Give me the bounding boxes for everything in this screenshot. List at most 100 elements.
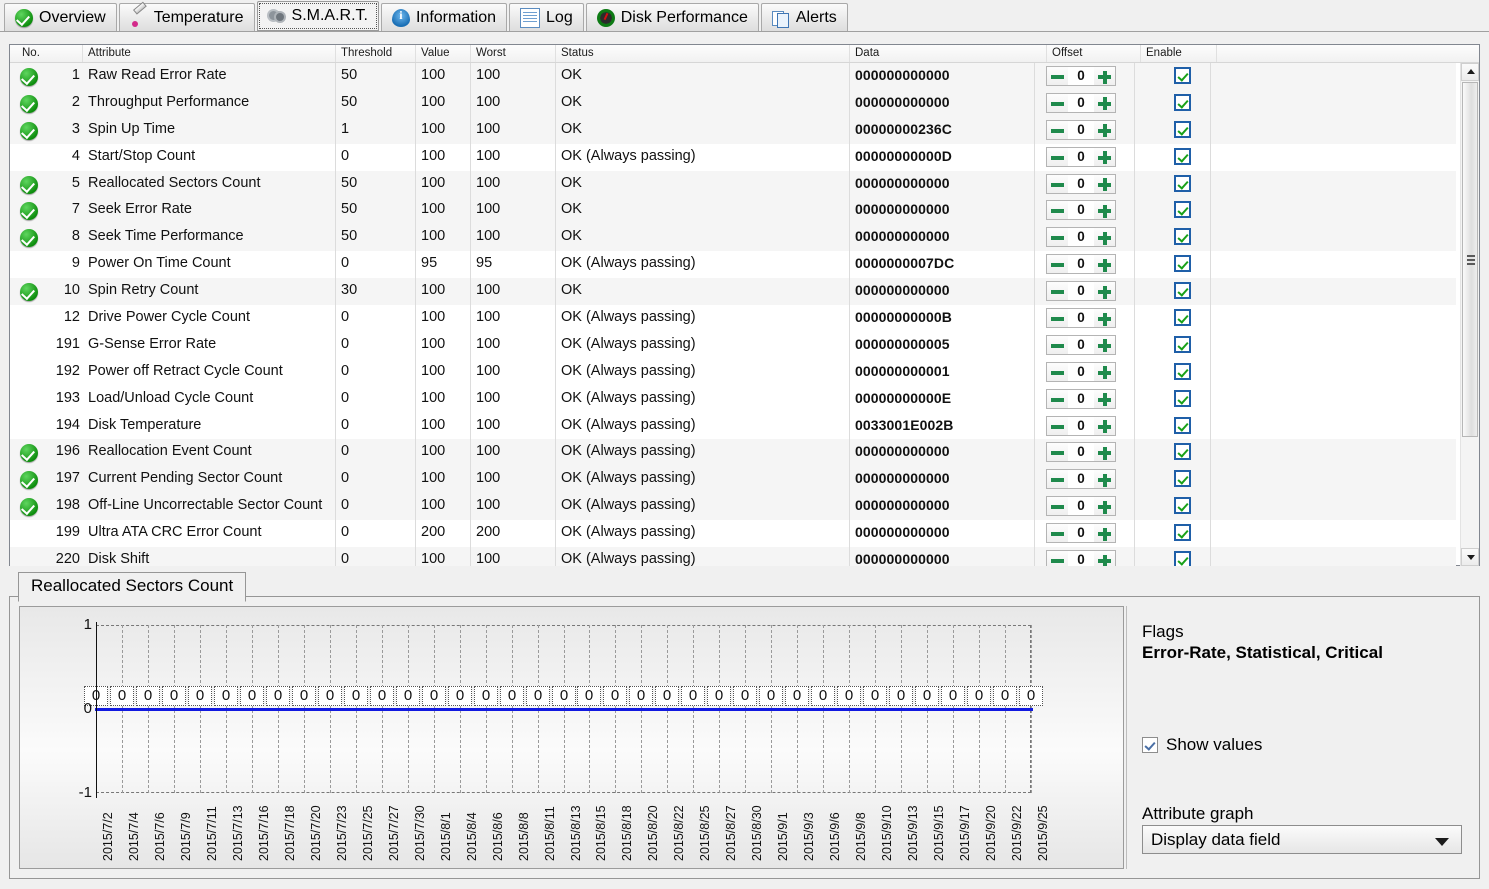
offset-stepper[interactable]: 0 bbox=[1046, 442, 1116, 463]
graph-tab[interactable]: Reallocated Sectors Count bbox=[18, 572, 247, 602]
offset-stepper[interactable]: 0 bbox=[1046, 254, 1116, 275]
enable-checkbox[interactable] bbox=[1174, 416, 1191, 434]
column-divider[interactable] bbox=[82, 45, 83, 62]
offset-decrement-button[interactable] bbox=[1046, 550, 1068, 566]
offset-decrement-button[interactable] bbox=[1046, 66, 1068, 86]
offset-stepper[interactable]: 0 bbox=[1046, 281, 1116, 302]
column-divider[interactable] bbox=[555, 45, 556, 62]
table-row[interactable]: 5 Reallocated Sectors Count 50 100 100 OK 0000… bbox=[10, 170, 1456, 198]
offset-value[interactable]: 0 bbox=[1068, 496, 1094, 517]
table-row[interactable]: 192 Power off Retract Cycle Count 0 100 100 O… bbox=[10, 358, 1456, 386]
offset-stepper[interactable]: 0 bbox=[1046, 388, 1116, 409]
offset-value[interactable]: 0 bbox=[1068, 173, 1094, 194]
offset-increment-button[interactable] bbox=[1094, 92, 1116, 113]
table-row[interactable]: 2 Throughput Performance 50 100 100 OK 0000000… bbox=[10, 89, 1456, 117]
offset-decrement-button[interactable] bbox=[1046, 92, 1068, 113]
tab-s-m-a-r-t[interactable]: S.M.A.R.T. bbox=[256, 1, 379, 31]
offset-decrement-button[interactable] bbox=[1046, 254, 1068, 275]
attribute-graph-select-wrap[interactable]: Display data field bbox=[1142, 825, 1462, 854]
offset-increment-button[interactable] bbox=[1094, 146, 1116, 167]
offset-increment-button[interactable] bbox=[1094, 469, 1116, 490]
column-header-threshold[interactable]: Threshold bbox=[341, 47, 392, 59]
enable-checkbox[interactable] bbox=[1174, 524, 1191, 542]
chevron-down-icon[interactable] bbox=[1435, 838, 1449, 846]
offset-value[interactable]: 0 bbox=[1068, 200, 1094, 221]
offset-value[interactable]: 0 bbox=[1068, 442, 1094, 463]
offset-stepper[interactable]: 0 bbox=[1046, 200, 1116, 221]
offset-value[interactable]: 0 bbox=[1068, 523, 1094, 544]
offset-stepper[interactable]: 0 bbox=[1046, 119, 1116, 140]
enable-checkbox[interactable] bbox=[1174, 443, 1191, 461]
tab-alerts[interactable]: Alerts bbox=[760, 3, 848, 31]
offset-increment-button[interactable] bbox=[1094, 281, 1116, 302]
table-row[interactable]: 197 Current Pending Sector Count 0 100 100 OK… bbox=[10, 466, 1456, 494]
table-row[interactable]: 4 Start/Stop Count 0 100 100 OK (Always passi… bbox=[10, 143, 1456, 171]
offset-increment-button[interactable] bbox=[1094, 227, 1116, 248]
table-row[interactable]: 10 Spin Retry Count 30 100 100 OK 000000000000… bbox=[10, 278, 1456, 306]
column-header-data[interactable]: Data bbox=[855, 47, 879, 59]
offset-stepper[interactable]: 0 bbox=[1046, 146, 1116, 167]
offset-value[interactable]: 0 bbox=[1068, 361, 1094, 382]
offset-decrement-button[interactable] bbox=[1046, 469, 1068, 490]
offset-value[interactable]: 0 bbox=[1068, 254, 1094, 275]
column-divider[interactable] bbox=[1216, 45, 1217, 62]
table-row[interactable]: 3 Spin Up Time 1 100 100 OK 00000000236C 0 bbox=[10, 116, 1456, 144]
tab-information[interactable]: Information bbox=[380, 3, 508, 31]
offset-decrement-button[interactable] bbox=[1046, 146, 1068, 167]
enable-checkbox[interactable] bbox=[1174, 470, 1191, 488]
column-header-enable[interactable]: Enable bbox=[1146, 47, 1182, 59]
enable-checkbox[interactable] bbox=[1174, 497, 1191, 515]
offset-decrement-button[interactable] bbox=[1046, 523, 1068, 544]
offset-stepper[interactable]: 0 bbox=[1046, 469, 1116, 490]
offset-increment-button[interactable] bbox=[1094, 415, 1116, 436]
offset-increment-button[interactable] bbox=[1094, 442, 1116, 463]
offset-value[interactable]: 0 bbox=[1068, 146, 1094, 167]
table-row[interactable]: 7 Seek Error Rate 50 100 100 OK 000000000000 0 bbox=[10, 197, 1456, 225]
offset-increment-button[interactable] bbox=[1094, 550, 1116, 566]
offset-decrement-button[interactable] bbox=[1046, 173, 1068, 194]
offset-stepper[interactable]: 0 bbox=[1046, 496, 1116, 517]
offset-decrement-button[interactable] bbox=[1046, 361, 1068, 382]
offset-stepper[interactable]: 0 bbox=[1046, 550, 1116, 566]
column-header-status[interactable]: Status bbox=[561, 47, 594, 59]
offset-stepper[interactable]: 0 bbox=[1046, 361, 1116, 382]
enable-checkbox[interactable] bbox=[1174, 201, 1191, 219]
enable-checkbox[interactable] bbox=[1174, 228, 1191, 246]
column-divider[interactable] bbox=[1140, 45, 1141, 62]
offset-decrement-button[interactable] bbox=[1046, 227, 1068, 248]
table-row[interactable]: 191 G-Sense Error Rate 0 100 100 OK (Always p… bbox=[10, 331, 1456, 359]
offset-value[interactable]: 0 bbox=[1068, 334, 1094, 355]
column-header-offset[interactable]: Offset bbox=[1052, 47, 1082, 59]
offset-decrement-button[interactable] bbox=[1046, 334, 1068, 355]
offset-stepper[interactable]: 0 bbox=[1046, 523, 1116, 544]
offset-decrement-button[interactable] bbox=[1046, 388, 1068, 409]
table-row[interactable]: 196 Reallocation Event Count 0 100 100 OK (Al… bbox=[10, 439, 1456, 467]
offset-stepper[interactable]: 0 bbox=[1046, 334, 1116, 355]
offset-increment-button[interactable] bbox=[1094, 361, 1116, 382]
scrollbar-thumb[interactable] bbox=[1462, 82, 1478, 437]
scroll-up-arrow-icon[interactable] bbox=[1461, 63, 1479, 81]
table-row[interactable]: 193 Load/Unload Cycle Count 0 100 100 OK (Alw… bbox=[10, 385, 1456, 413]
enable-checkbox[interactable] bbox=[1174, 335, 1191, 353]
offset-stepper[interactable]: 0 bbox=[1046, 227, 1116, 248]
enable-checkbox[interactable] bbox=[1174, 67, 1191, 84]
table-row[interactable]: 220 Disk Shift 0 100 100 OK (Always passing) 0… bbox=[10, 547, 1456, 566]
offset-increment-button[interactable] bbox=[1094, 388, 1116, 409]
offset-decrement-button[interactable] bbox=[1046, 415, 1068, 436]
column-divider[interactable] bbox=[335, 45, 336, 62]
offset-decrement-button[interactable] bbox=[1046, 281, 1068, 302]
offset-increment-button[interactable] bbox=[1094, 523, 1116, 544]
offset-value[interactable]: 0 bbox=[1068, 227, 1094, 248]
table-row[interactable]: 12 Drive Power Cycle Count 0 100 100 OK (Alwa… bbox=[10, 305, 1456, 332]
scroll-down-arrow-icon[interactable] bbox=[1461, 548, 1479, 566]
offset-value[interactable]: 0 bbox=[1068, 308, 1094, 329]
column-header-worst[interactable]: Worst bbox=[476, 47, 506, 59]
offset-increment-button[interactable] bbox=[1094, 119, 1116, 140]
offset-value[interactable]: 0 bbox=[1068, 550, 1094, 566]
show-values-checkbox-row[interactable]: Show values bbox=[1142, 735, 1262, 755]
offset-stepper[interactable]: 0 bbox=[1046, 66, 1116, 86]
tab-temperature[interactable]: Temperature bbox=[118, 3, 255, 31]
offset-decrement-button[interactable] bbox=[1046, 496, 1068, 517]
column-divider[interactable] bbox=[415, 45, 416, 62]
tab-overview[interactable]: Overview bbox=[4, 3, 117, 31]
